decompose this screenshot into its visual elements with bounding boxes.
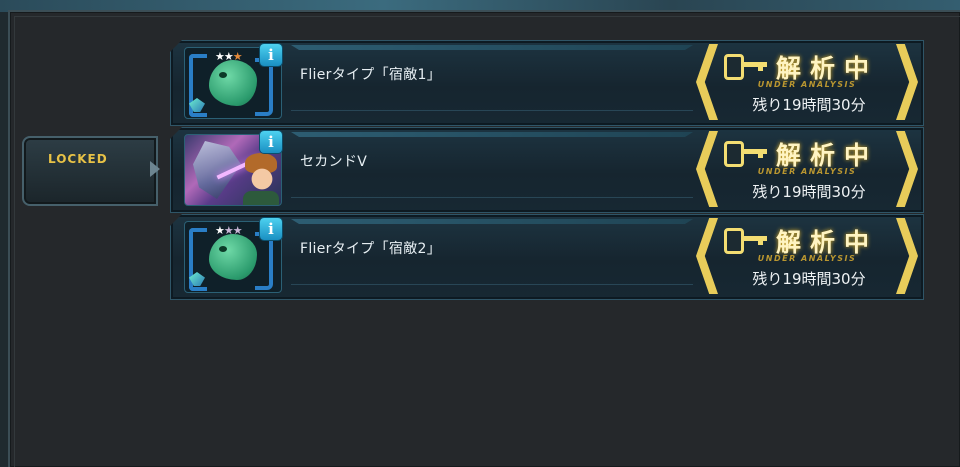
list-item[interactable]: i セカンドV 解析中 UNDER ANALYSIS 残り19時間30分 (170, 127, 924, 213)
chevron-right-icon (896, 218, 918, 294)
status-subtitle: UNDER ANALYSIS (757, 254, 857, 263)
locked-tab-frame (22, 136, 158, 206)
key-icon (724, 228, 770, 254)
creature-icon (209, 234, 257, 280)
item-name: Flierタイプ「宿敵1」 (300, 67, 442, 83)
list-item[interactable]: ★★★ i Flierタイプ「宿敵2」 解析中 UNDER ANALYSIS 残… (170, 214, 924, 300)
creature-icon (209, 60, 257, 106)
item-name: セカンドV (300, 154, 368, 170)
time-remaining: 残り19時間30分 (752, 183, 866, 201)
frame-bracket (255, 232, 273, 290)
item-name: Flierタイプ「宿敵2」 (300, 241, 442, 257)
status-subtitle: UNDER ANALYSIS (757, 167, 857, 176)
rarity-stars: ★★★ (215, 50, 243, 63)
analysis-badge: 解析中 UNDER ANALYSIS 残り19時間30分 (696, 216, 918, 296)
rarity-stars: ★★★ (215, 224, 243, 237)
chevron-left-icon (696, 44, 718, 120)
pilot-uniform (243, 191, 279, 205)
time-remaining: 残り19時間30分 (752, 96, 866, 114)
analysis-badge: 解析中 UNDER ANALYSIS 残り19時間30分 (696, 42, 918, 122)
chevron-right-icon (896, 44, 918, 120)
analysis-badge: 解析中 UNDER ANALYSIS 残り19時間30分 (696, 129, 918, 209)
chevron-right-icon (896, 131, 918, 207)
locked-tab[interactable]: LOCKED (12, 128, 178, 212)
info-icon[interactable]: i (260, 44, 282, 66)
info-icon[interactable]: i (260, 218, 282, 240)
time-remaining: 残り19時間30分 (752, 270, 866, 288)
locked-label: LOCKED (48, 152, 108, 166)
list-item[interactable]: ★★★ i Flierタイプ「宿敵1」 解析中 UNDER ANALYSIS 残… (170, 40, 924, 126)
info-icon[interactable]: i (260, 131, 282, 153)
key-icon (724, 54, 770, 80)
mobile-suit-art (193, 141, 241, 199)
frame-bracket (255, 58, 273, 116)
key-icon (724, 141, 770, 167)
status-subtitle: UNDER ANALYSIS (757, 80, 857, 89)
chevron-left-icon (696, 218, 718, 294)
chevron-left-icon (696, 131, 718, 207)
arrow-right-icon (150, 161, 160, 177)
